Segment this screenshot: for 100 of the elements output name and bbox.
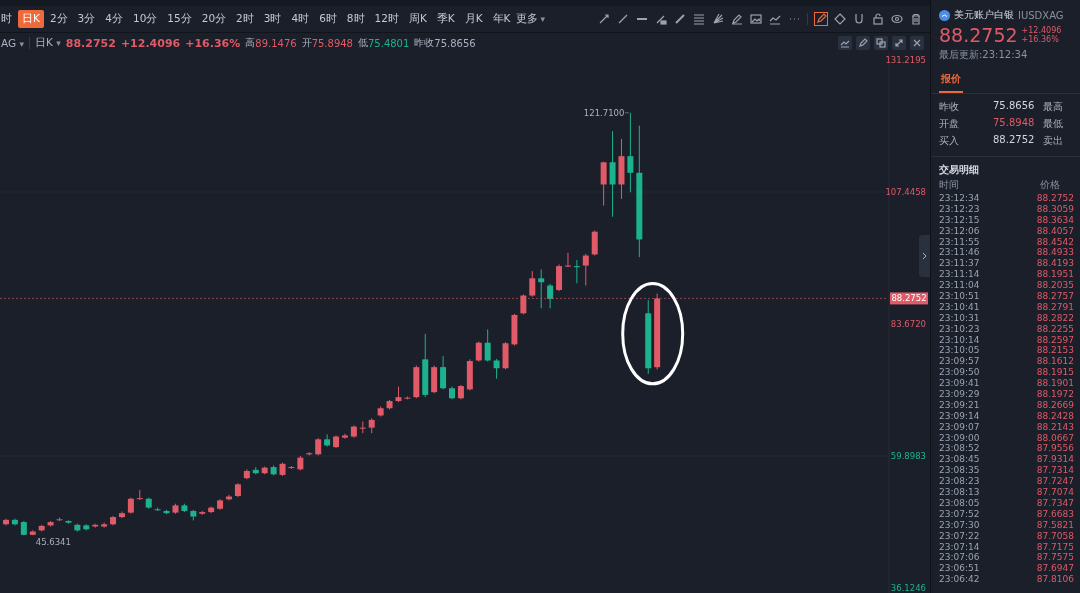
trade-price: 88.1915 bbox=[1036, 367, 1074, 379]
fan-icon[interactable] bbox=[712, 13, 724, 25]
period-tab[interactable]: 3分 bbox=[73, 10, 100, 28]
trade-price: 87.7058 bbox=[1036, 530, 1074, 542]
price-change: +12.4096 bbox=[1021, 26, 1062, 35]
trade-time: 23:10:14 bbox=[939, 334, 980, 346]
trade-price: 88.4542 bbox=[1036, 236, 1074, 248]
eraser-icon[interactable] bbox=[834, 13, 846, 25]
period-tab[interactable]: 4分 bbox=[101, 10, 127, 28]
diagonal-line-icon[interactable] bbox=[617, 13, 629, 25]
close-button[interactable] bbox=[910, 36, 924, 50]
symbol-dropdown[interactable]: AG ▾ bbox=[1, 37, 24, 49]
candlestick bbox=[208, 506, 215, 514]
candlestick bbox=[297, 455, 304, 471]
candlestick bbox=[413, 365, 420, 399]
trade-price: 88.2757 bbox=[1036, 291, 1074, 302]
period-tab[interactable]: 12时 bbox=[370, 10, 403, 28]
trade-price: 87.6947 bbox=[1036, 563, 1074, 575]
trade-price: 87.6683 bbox=[1036, 508, 1074, 520]
period-tab[interactable]: 2时 bbox=[232, 10, 258, 28]
trade-price: 87.9314 bbox=[1036, 454, 1074, 466]
pencil-button[interactable] bbox=[856, 36, 870, 50]
lock-icon[interactable] bbox=[872, 13, 884, 25]
period-tab[interactable]: 3时 bbox=[259, 10, 286, 28]
trade-time: 23:10:05 bbox=[939, 345, 980, 357]
edit-icon[interactable] bbox=[815, 13, 827, 25]
stat-value: 75.8948 bbox=[311, 37, 353, 49]
period-tab[interactable]: 月K bbox=[460, 10, 487, 28]
instrument-name: 美元账户白银 bbox=[954, 8, 1014, 22]
candlestick bbox=[20, 520, 27, 536]
candlestick bbox=[529, 270, 536, 298]
stat-value: 75.4801 bbox=[368, 37, 410, 49]
stat-label: 高 bbox=[245, 36, 256, 50]
trade-price: 87.7347 bbox=[1036, 497, 1074, 509]
trade-price: 88.3059 bbox=[1036, 203, 1074, 215]
copy-button[interactable] bbox=[874, 36, 888, 50]
last-price-tag: 88.2752 bbox=[890, 292, 928, 305]
image-icon[interactable] bbox=[750, 13, 762, 25]
grid-icon[interactable] bbox=[693, 13, 705, 25]
candlestick bbox=[386, 399, 393, 410]
column-header: 价格 bbox=[1040, 178, 1060, 192]
period-tab[interactable]: 年K bbox=[488, 10, 515, 28]
arrow-line-icon[interactable] bbox=[598, 13, 610, 25]
period-tab[interactable]: 15分 bbox=[163, 10, 196, 28]
quote-value: 88.2752 bbox=[993, 134, 1036, 147]
period-tab[interactable]: 6时 bbox=[315, 10, 341, 28]
axis-label: 107.4458 bbox=[885, 187, 926, 197]
trade-time: 23:09:07 bbox=[939, 421, 980, 433]
more-dropdown[interactable]: 更多 ▾ bbox=[516, 12, 545, 26]
magnet-icon[interactable] bbox=[853, 13, 865, 25]
cloud-icon bbox=[939, 9, 950, 21]
period-dropdown[interactable]: 日K ▾ bbox=[35, 36, 61, 50]
trade-price: 87.7575 bbox=[1036, 552, 1074, 564]
candlestick bbox=[127, 497, 134, 515]
quote-value: 75.8948 bbox=[993, 117, 1036, 130]
trade-time: 23:11:14 bbox=[939, 269, 980, 281]
trade-price: 88.3634 bbox=[1036, 214, 1074, 226]
panel-toggle-button[interactable] bbox=[919, 235, 930, 277]
trade-price: 88.4057 bbox=[1036, 225, 1074, 237]
segment-icon[interactable] bbox=[655, 13, 667, 25]
period-tab[interactable]: 20分 bbox=[197, 10, 231, 28]
candlestick bbox=[573, 259, 580, 284]
candlestick bbox=[199, 510, 206, 516]
quote-value: 75.8656 bbox=[993, 100, 1036, 113]
trade-time: 23:11:46 bbox=[939, 247, 980, 259]
expand-button[interactable] bbox=[892, 36, 906, 50]
pen-line-icon[interactable] bbox=[674, 13, 686, 25]
period-tab[interactable]: 10分 bbox=[128, 10, 162, 28]
period-tab[interactable]: 2分 bbox=[45, 10, 72, 28]
candlestick bbox=[359, 421, 366, 434]
panel-tab[interactable]: 报价 bbox=[939, 68, 963, 93]
period-tab[interactable]: 8时 bbox=[342, 10, 369, 28]
trade-price: 88.2597 bbox=[1036, 334, 1074, 346]
trade-time: 23:07:14 bbox=[939, 541, 980, 553]
leader-line bbox=[624, 112, 630, 114]
candlestick bbox=[538, 268, 545, 309]
trade-price: 87.7247 bbox=[1036, 476, 1074, 488]
eye-icon[interactable] bbox=[891, 13, 903, 25]
trade-time: 23:11:55 bbox=[939, 236, 980, 248]
period-tab[interactable]: 4时 bbox=[287, 10, 314, 28]
candlestick bbox=[395, 386, 402, 403]
candlestick bbox=[252, 466, 259, 475]
trade-price: 87.7074 bbox=[1036, 487, 1074, 498]
trend-line-icon[interactable] bbox=[769, 13, 781, 25]
candlestick bbox=[618, 138, 625, 200]
period-tab[interactable]: 时 bbox=[0, 10, 16, 28]
axis-label: 83.6720 bbox=[890, 319, 926, 329]
pencil-icon[interactable] bbox=[731, 13, 743, 25]
candlestick bbox=[181, 503, 188, 513]
indicator-button[interactable] bbox=[838, 36, 852, 50]
period-tab[interactable]: 季K bbox=[432, 10, 459, 28]
stat-label: 低 bbox=[358, 36, 368, 50]
candlestick bbox=[288, 465, 295, 470]
candlestick bbox=[11, 518, 18, 526]
period-tab[interactable]: 周K bbox=[404, 10, 431, 28]
candlestick bbox=[475, 341, 482, 363]
trade-time: 23:08:05 bbox=[939, 497, 980, 509]
candlestick bbox=[190, 509, 197, 521]
trash-icon[interactable] bbox=[910, 13, 922, 25]
candlestick bbox=[56, 517, 63, 522]
